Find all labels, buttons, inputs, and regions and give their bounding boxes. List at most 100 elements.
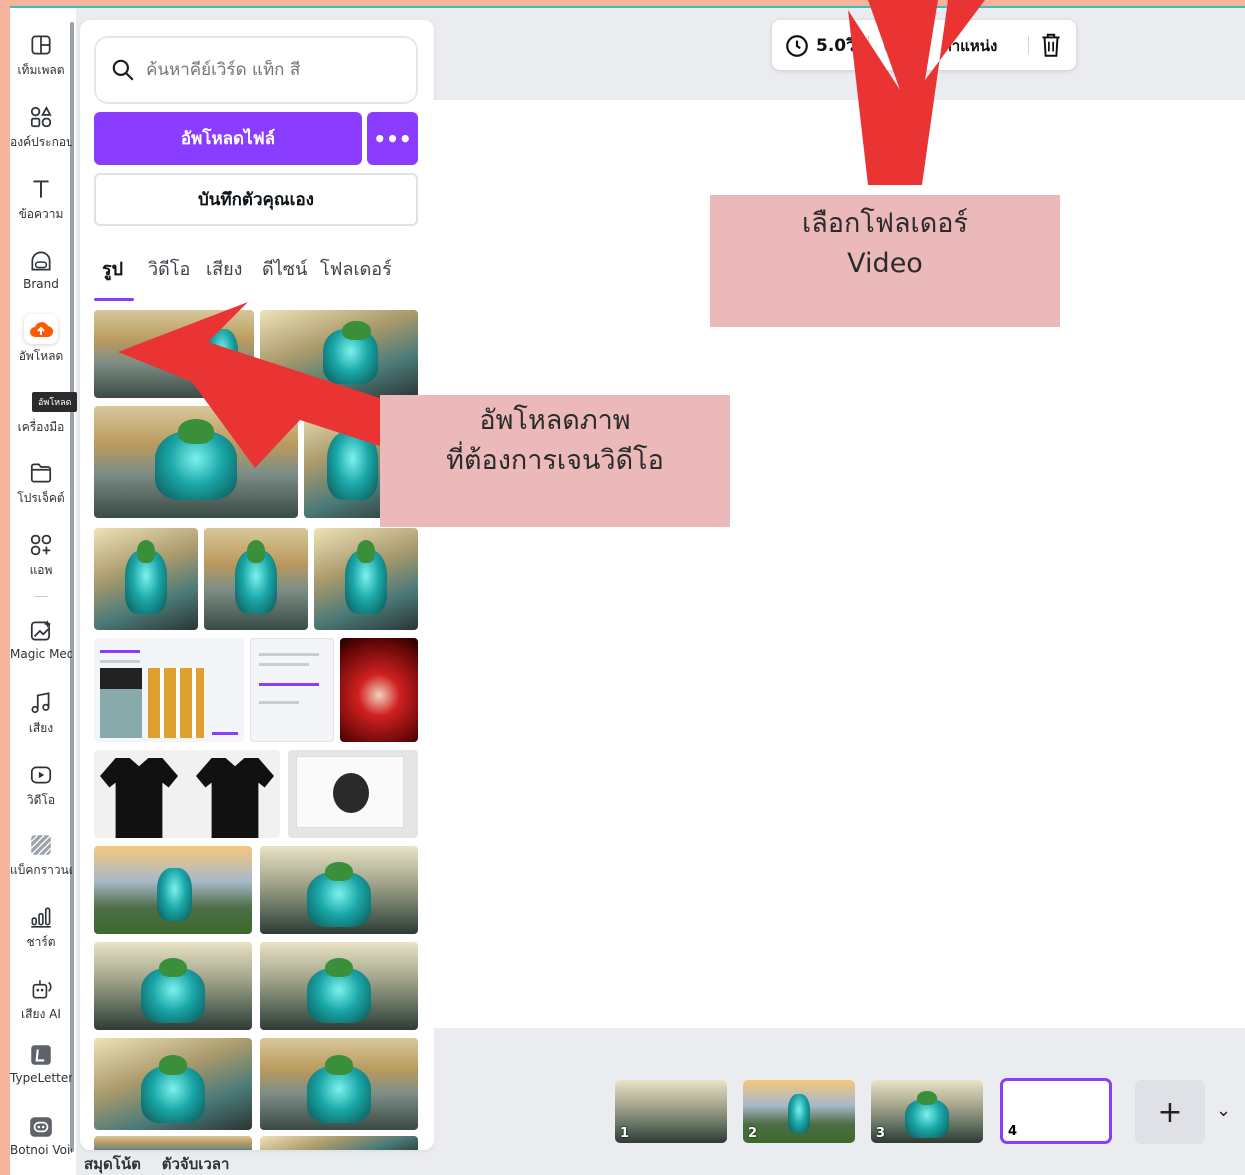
sidebar-item-label: โปรเจ็คต์	[17, 491, 65, 505]
sidebar-item-label: ข้อความ	[18, 207, 64, 221]
chart-icon	[31, 907, 51, 928]
tab-designs[interactable]: ดีไซน์	[262, 256, 307, 296]
sidebar-item-ai-voice[interactable]: เสียง AI	[10, 976, 72, 1040]
sidebar-item-typeletter[interactable]: TypeLetter	[10, 1042, 72, 1106]
upload-files-button[interactable]: อัพโหลดไฟล์	[94, 112, 362, 165]
sidebar-item-magic-media[interactable]: Magic Media	[10, 618, 72, 682]
uploaded-image[interactable]	[94, 846, 252, 934]
color-swatch[interactable]	[884, 34, 906, 56]
sidebar-divider	[34, 596, 48, 597]
sidebar-item-label: TypeLetter	[10, 1071, 72, 1085]
uploaded-image[interactable]	[204, 528, 308, 630]
page-number: 1	[620, 1126, 630, 1141]
ai-voice-icon	[32, 980, 52, 999]
sidebar-item-label: แอพ	[29, 563, 53, 577]
sidebar-item-label: ชาร์ต	[26, 935, 56, 949]
trash-icon[interactable]	[1038, 31, 1064, 59]
sidebar-item-background[interactable]: แบ็คกราวนด์	[10, 832, 72, 896]
page-number: 3	[876, 1126, 886, 1141]
sidebar-item-apps[interactable]: แอพ	[10, 532, 72, 596]
tab-videos[interactable]: วิดีโอ	[148, 256, 190, 296]
annotation-upload-image: อัพโหลดภาพ ที่ต้องการเจนวิดีโอ	[380, 395, 730, 527]
apps-icon	[30, 534, 52, 556]
sidebar-item-charts[interactable]: ชาร์ต	[10, 904, 72, 968]
uploaded-image[interactable]	[260, 942, 418, 1030]
element-toolbar: 5.0วิ ตำแหน่ง	[772, 20, 1076, 70]
page-thumbnail[interactable]: 3	[871, 1080, 983, 1143]
record-yourself-button[interactable]: บันทึกตัวคุณเอง	[94, 173, 418, 226]
sidebar-item-label: Botnoi Voice	[10, 1143, 72, 1157]
uploaded-screenshot[interactable]	[250, 638, 334, 742]
sidebar-item-label: เสียง AI	[21, 1007, 61, 1021]
sidebar-item-label: อัพโหลด	[18, 349, 64, 363]
page-thumbnail[interactable]: 2	[743, 1080, 855, 1143]
sidebar-item-botnoi[interactable]: Botnoi Voice	[10, 1114, 72, 1175]
tab-folders[interactable]: โฟลเดอร์	[320, 256, 392, 296]
page-number: 4	[1008, 1124, 1018, 1139]
toolbar-divider	[1028, 36, 1029, 54]
typeletter-icon	[31, 1045, 51, 1065]
uploaded-image[interactable]	[340, 638, 418, 742]
text-icon	[33, 180, 49, 198]
annotation-select-folder: เลือกโฟลเดอร์ Video	[710, 195, 1060, 327]
more-options-button[interactable]: •••	[367, 112, 418, 165]
sidebar-item-label: องค์ประกอบ	[10, 135, 72, 149]
upload-icon-box	[24, 314, 58, 344]
bot-icon	[30, 1117, 52, 1137]
upload-tabs: รูป วิดีโอ เสียง ดีไซน์ โฟลเดอร์	[94, 256, 424, 298]
sidebar-item-label: เสียง	[28, 721, 54, 735]
sidebar-item-label: Brand	[23, 277, 59, 291]
sidebar-item-templates[interactable]: เท็มเพลต	[10, 32, 72, 96]
uploaded-image[interactable]	[94, 528, 198, 630]
uploaded-image[interactable]	[288, 750, 418, 838]
uploaded-image[interactable]	[260, 1136, 418, 1150]
sidebar-item-label: แบ็คกราวนด์	[10, 863, 72, 877]
sidebar-item-brand[interactable]: Brand	[10, 248, 72, 312]
sidebar-item-uploads[interactable]: อัพโหลด	[10, 314, 72, 378]
uploaded-image[interactable]	[94, 750, 280, 838]
uploaded-image[interactable]	[94, 1038, 252, 1130]
duration-control[interactable]: 5.0วิ	[784, 32, 856, 59]
uploaded-image[interactable]	[94, 310, 254, 398]
upload-tooltip: อัพโหลด	[32, 392, 78, 412]
sidebar-item-elements[interactable]: องค์ประกอบ	[10, 104, 72, 168]
sidebar-item-audio[interactable]: เสียง	[10, 690, 72, 754]
page-thumbnail-current[interactable]: 4	[1000, 1078, 1112, 1144]
folder-icon	[30, 463, 52, 483]
uploaded-image[interactable]	[260, 310, 418, 398]
position-button[interactable]: ตำแหน่ง	[942, 34, 997, 58]
uploads-panel: อัพโหลดไฟล์ ••• บันทึกตัวคุณเอง รูป วิดี…	[80, 20, 434, 1150]
brand-icon	[31, 251, 51, 271]
page-thumbnail[interactable]: 1	[615, 1080, 727, 1143]
timer-label[interactable]: ตัวจับเวลา	[162, 1155, 230, 1173]
add-page-button[interactable]: +	[1135, 1080, 1205, 1144]
sidebar-item-label: เครื่องมือ	[17, 420, 65, 434]
sidebar-item-video[interactable]: วิดีโอ	[10, 762, 72, 826]
clock-icon	[786, 34, 808, 57]
notes-label[interactable]: สมุดโน้ต	[84, 1155, 141, 1173]
uploaded-image[interactable]	[260, 1038, 418, 1130]
search-input[interactable]	[146, 60, 406, 80]
page-number: 2	[748, 1126, 758, 1141]
sidebar-item-projects[interactable]: โปรเจ็คต์	[10, 460, 72, 524]
uploaded-image[interactable]	[94, 942, 252, 1030]
annotation-text: ที่ต้องการเจนวิดีโอ	[446, 445, 664, 476]
annotation-text: Video	[847, 248, 923, 279]
sidebar-item-label: วิดีโอ	[26, 793, 56, 807]
top-accent-line	[10, 0, 1245, 8]
uploaded-image[interactable]	[260, 846, 418, 934]
magic-media-icon	[30, 620, 52, 641]
uploaded-screenshot[interactable]	[94, 638, 244, 742]
editor-app: เท็มเพลต องค์ประกอบ ข้อความ Brand อัพโหล…	[10, 8, 1245, 1175]
tab-images[interactable]: รูป	[102, 256, 123, 296]
uploaded-image[interactable]	[314, 528, 418, 630]
uploaded-image[interactable]	[94, 406, 298, 518]
sidebar-item-text[interactable]: ข้อความ	[10, 176, 72, 240]
notes-timer-bar[interactable]: สมุดโน้ต ตัวจับเวลา	[84, 1152, 229, 1175]
template-icon	[31, 35, 51, 55]
tab-audio[interactable]: เสียง	[206, 256, 242, 296]
search-box[interactable]	[94, 36, 418, 104]
chevron-down-icon[interactable]: ⌄	[1216, 1100, 1231, 1121]
left-sidebar: เท็มเพลต องค์ประกอบ ข้อความ Brand อัพโหล…	[10, 8, 78, 1175]
uploaded-image[interactable]	[94, 1136, 252, 1150]
